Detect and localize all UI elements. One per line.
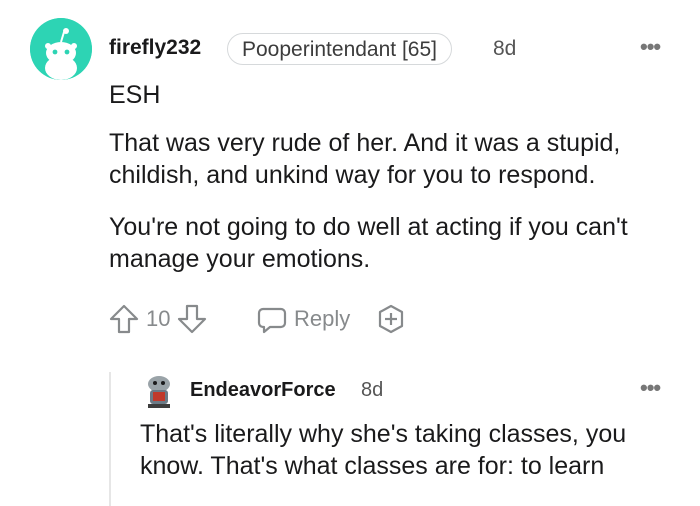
comment-bubble-icon (256, 303, 288, 335)
overflow-dots-icon[interactable]: ••• (640, 34, 661, 60)
reply-label: Reply (294, 306, 351, 331)
vote-controls: 10 (108, 302, 208, 336)
upvote-arrow-icon[interactable] (108, 303, 140, 335)
comment-username[interactable]: firefly232 (109, 36, 201, 60)
reply-text: That's literally why she's taking classe… (140, 420, 627, 480)
reply-username[interactable]: EndeavorForce (190, 379, 336, 402)
user-avatar[interactable] (140, 372, 178, 410)
award-plus-icon[interactable] (375, 303, 407, 335)
user-flair: Pooperintendant [65] (227, 33, 452, 65)
downvote-arrow-icon[interactable] (176, 303, 208, 335)
vote-count: 10 (146, 306, 171, 331)
reply-button[interactable]: Reply (256, 302, 350, 336)
comment-paragraph-1: ESH (109, 81, 161, 109)
avatar[interactable] (30, 18, 92, 80)
reply-overflow-dots-icon[interactable]: ••• (640, 375, 661, 401)
reply-timestamp[interactable]: 8d (361, 379, 383, 402)
snoo-avatar-icon (30, 18, 92, 80)
comment-timestamp[interactable]: 8d (493, 37, 516, 61)
comment-paragraph-3: You're not going to do well at acting if… (109, 213, 628, 273)
comment-paragraph-2: That was very rude of her. And it was a … (109, 129, 621, 189)
thread-line[interactable] (109, 372, 111, 506)
